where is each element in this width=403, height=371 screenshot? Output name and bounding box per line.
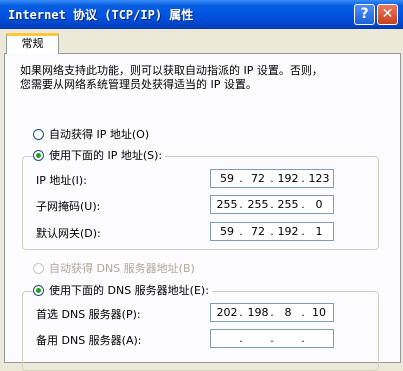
octet: 0: [315, 198, 323, 211]
manual-ip-radio[interactable]: 使用下面的 IP 地址(S):: [33, 148, 166, 163]
auto-dns-radio[interactable]: 自动获得 DNS 服务器地址(B): [33, 261, 195, 276]
octet: 255: [277, 198, 299, 211]
intro-line-2: 您需要从网络系统管理员处获得适当的 IP 设置。: [20, 78, 257, 91]
octet: 255: [247, 198, 269, 211]
octet: 255: [216, 198, 238, 211]
radio-checked-icon: [33, 150, 44, 161]
octet: 8: [284, 306, 292, 319]
gateway-label: 默认网关(D):: [36, 227, 101, 240]
preferred-dns-label: 首选 DNS 服务器(P):: [36, 308, 141, 321]
octet: 192: [277, 172, 299, 185]
auto-dns-label: 自动获得 DNS 服务器地址(B): [49, 262, 195, 275]
title-bar[interactable]: Internet 协议 (TCP/IP) 属性 ? ✕: [0, 0, 403, 29]
intro-text: 如果网络支持此功能，则可以获取自动指派的 IP 设置。否则， 您需要从网络系统管…: [20, 64, 380, 92]
octet: 1: [315, 225, 323, 238]
manual-dns-radio[interactable]: 使用下面的 DNS 服务器地址(E):: [33, 283, 212, 298]
dot: .: [270, 332, 274, 345]
help-icon: ?: [360, 6, 369, 22]
subnet-mask-label: 子网掩码(U):: [36, 200, 101, 213]
intro-line-1: 如果网络支持此功能，则可以获取自动指派的 IP 设置。否则，: [20, 64, 323, 77]
dot: .: [239, 225, 243, 238]
manual-dns-label: 使用下面的 DNS 服务器地址(E):: [49, 284, 209, 297]
octet: 72: [251, 225, 265, 238]
auto-ip-label: 自动获得 IP 地址(O): [49, 128, 150, 141]
alternate-dns-label: 备用 DNS 服务器(A):: [36, 334, 142, 347]
help-button[interactable]: ?: [354, 4, 375, 25]
alternate-dns-input[interactable]: . . .: [210, 329, 334, 348]
window-title: Internet 协议 (TCP/IP) 属性: [8, 8, 194, 22]
octet: 72: [251, 172, 265, 185]
auto-ip-radio[interactable]: 自动获得 IP 地址(O): [33, 127, 149, 142]
ip-address-input[interactable]: 59. 72. 192. 123: [210, 169, 334, 188]
subnet-mask-input[interactable]: 255. 255. 255. 0: [210, 195, 334, 214]
ip-address-label: IP 地址(I):: [36, 174, 87, 187]
dot: .: [239, 306, 243, 319]
radio-icon: [33, 263, 44, 274]
octet: 59: [220, 225, 234, 238]
octet: 10: [312, 306, 326, 319]
dot: .: [301, 332, 305, 345]
octet: 202: [216, 306, 238, 319]
tab-general[interactable]: 常规: [6, 33, 59, 54]
dot: .: [239, 198, 243, 211]
octet: 192: [277, 225, 299, 238]
dot: .: [239, 172, 243, 185]
manual-ip-label: 使用下面的 IP 地址(S):: [49, 149, 163, 162]
preferred-dns-input[interactable]: 202. 198. 8. 10: [210, 303, 334, 322]
gateway-input[interactable]: 59. 72. 192. 1: [210, 222, 334, 241]
close-icon: ✕: [381, 6, 394, 22]
octet: 59: [220, 172, 234, 185]
dot: .: [239, 332, 243, 345]
radio-checked-icon: [33, 285, 44, 296]
octet: 123: [308, 172, 330, 185]
close-button[interactable]: ✕: [377, 4, 398, 25]
radio-icon: [33, 129, 44, 140]
octet: 198: [247, 306, 269, 319]
